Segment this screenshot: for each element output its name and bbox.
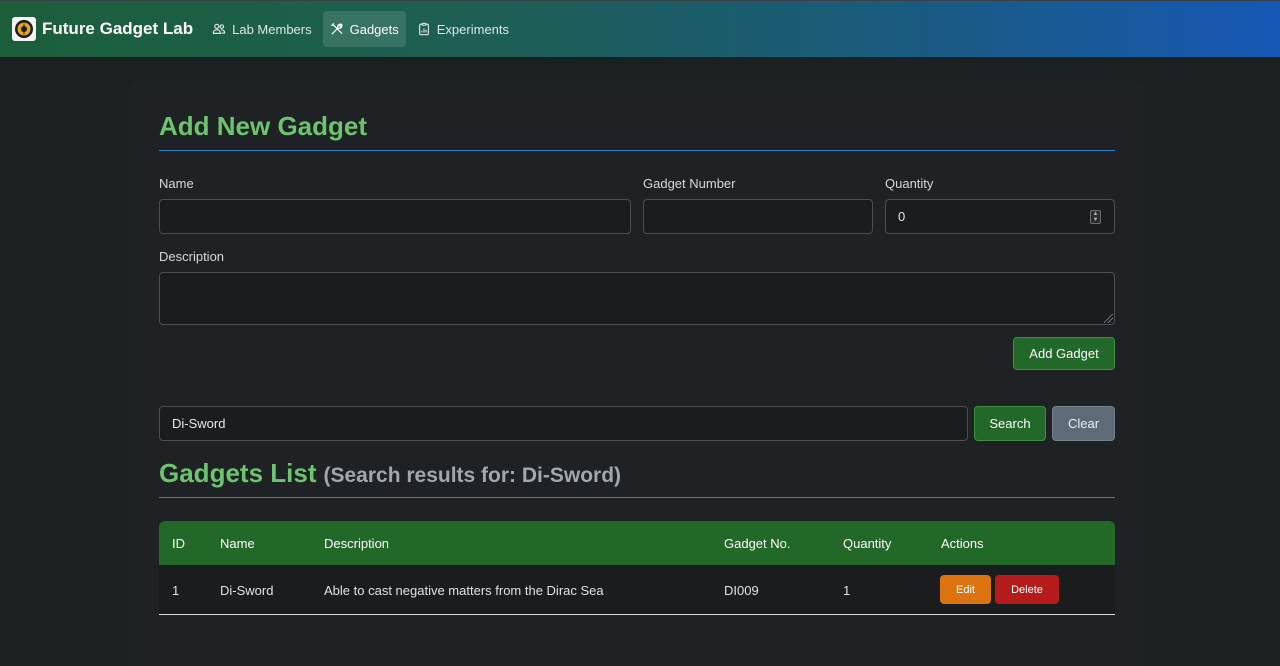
edit-button[interactable]: Edit (940, 575, 991, 604)
users-icon (212, 22, 226, 36)
column-header-quantity: Quantity (843, 536, 892, 551)
brand[interactable]: Future Gadget Lab (12, 17, 193, 41)
cell-id: 1 (172, 583, 180, 598)
cell-quantity: 1 (843, 583, 851, 598)
nav-experiments[interactable]: Experiments (410, 11, 516, 47)
table-row: 1 Di-Sword Able to cast negative matters… (159, 565, 1115, 615)
name-label: Name (159, 176, 194, 191)
clipboard-icon (417, 22, 431, 36)
search-input[interactable]: Di-Sword (159, 406, 968, 441)
gadget-number-label: Gadget Number (643, 176, 736, 191)
top-navbar: Future Gadget Lab Lab Members Gadgets Ex… (0, 0, 1280, 57)
gadgets-list-title: Gadgets List (159, 458, 317, 488)
stepper-arrows-icon[interactable]: ▲ ▼ (1090, 210, 1101, 224)
column-header-id: ID (172, 536, 185, 551)
quantity-stepper[interactable]: 0 ▲ ▼ (885, 199, 1115, 234)
brand-title: Future Gadget Lab (42, 19, 194, 38)
nav-gadgets[interactable]: Gadgets (322, 11, 406, 47)
column-header-description: Description (324, 536, 390, 551)
cell-gadget-no: DI009 (724, 583, 759, 598)
description-label: Description (159, 249, 225, 264)
cell-name: Di-Sword (220, 583, 274, 598)
cell-description: Able to cast negative matters from the D… (324, 583, 604, 598)
quantity-value: 0 (898, 209, 906, 224)
title-divider (159, 150, 1115, 151)
gadgets-card: Add New Gadget Name Gadget Number Quanti… (129, 81, 1145, 666)
description-textarea[interactable] (159, 272, 1115, 325)
clear-button[interactable]: Clear (1052, 406, 1115, 441)
column-header-actions: Actions (941, 536, 984, 551)
gadgets-list-heading: Gadgets List (Search results for: Di-Swo… (159, 458, 621, 489)
nav-lab-members[interactable]: Lab Members (205, 11, 318, 47)
column-header-gadget-no: Gadget No. (724, 536, 791, 551)
list-divider (159, 497, 1115, 498)
nav-experiments-label: Experiments (436, 21, 510, 37)
quantity-label: Quantity (885, 176, 934, 191)
gadget-lab-logo-icon (12, 17, 36, 41)
add-gadget-title: Add New Gadget (159, 111, 368, 141)
search-results-subtitle: (Search results for: Di-Sword) (323, 464, 622, 487)
name-input[interactable] (159, 199, 631, 234)
column-header-name: Name (220, 536, 255, 551)
gadget-number-input[interactable] (643, 199, 873, 234)
add-gadget-button[interactable]: Add Gadget (1013, 337, 1115, 370)
delete-button[interactable]: Delete (995, 575, 1059, 604)
table-header: ID Name Description Gadget No. Quantity … (159, 521, 1115, 565)
nav-lab-members-label: Lab Members (232, 21, 312, 37)
nav-gadgets-label: Gadgets (349, 21, 399, 37)
tools-icon (330, 22, 344, 36)
search-button[interactable]: Search (974, 406, 1046, 441)
resize-handle-icon[interactable] (1104, 314, 1115, 325)
